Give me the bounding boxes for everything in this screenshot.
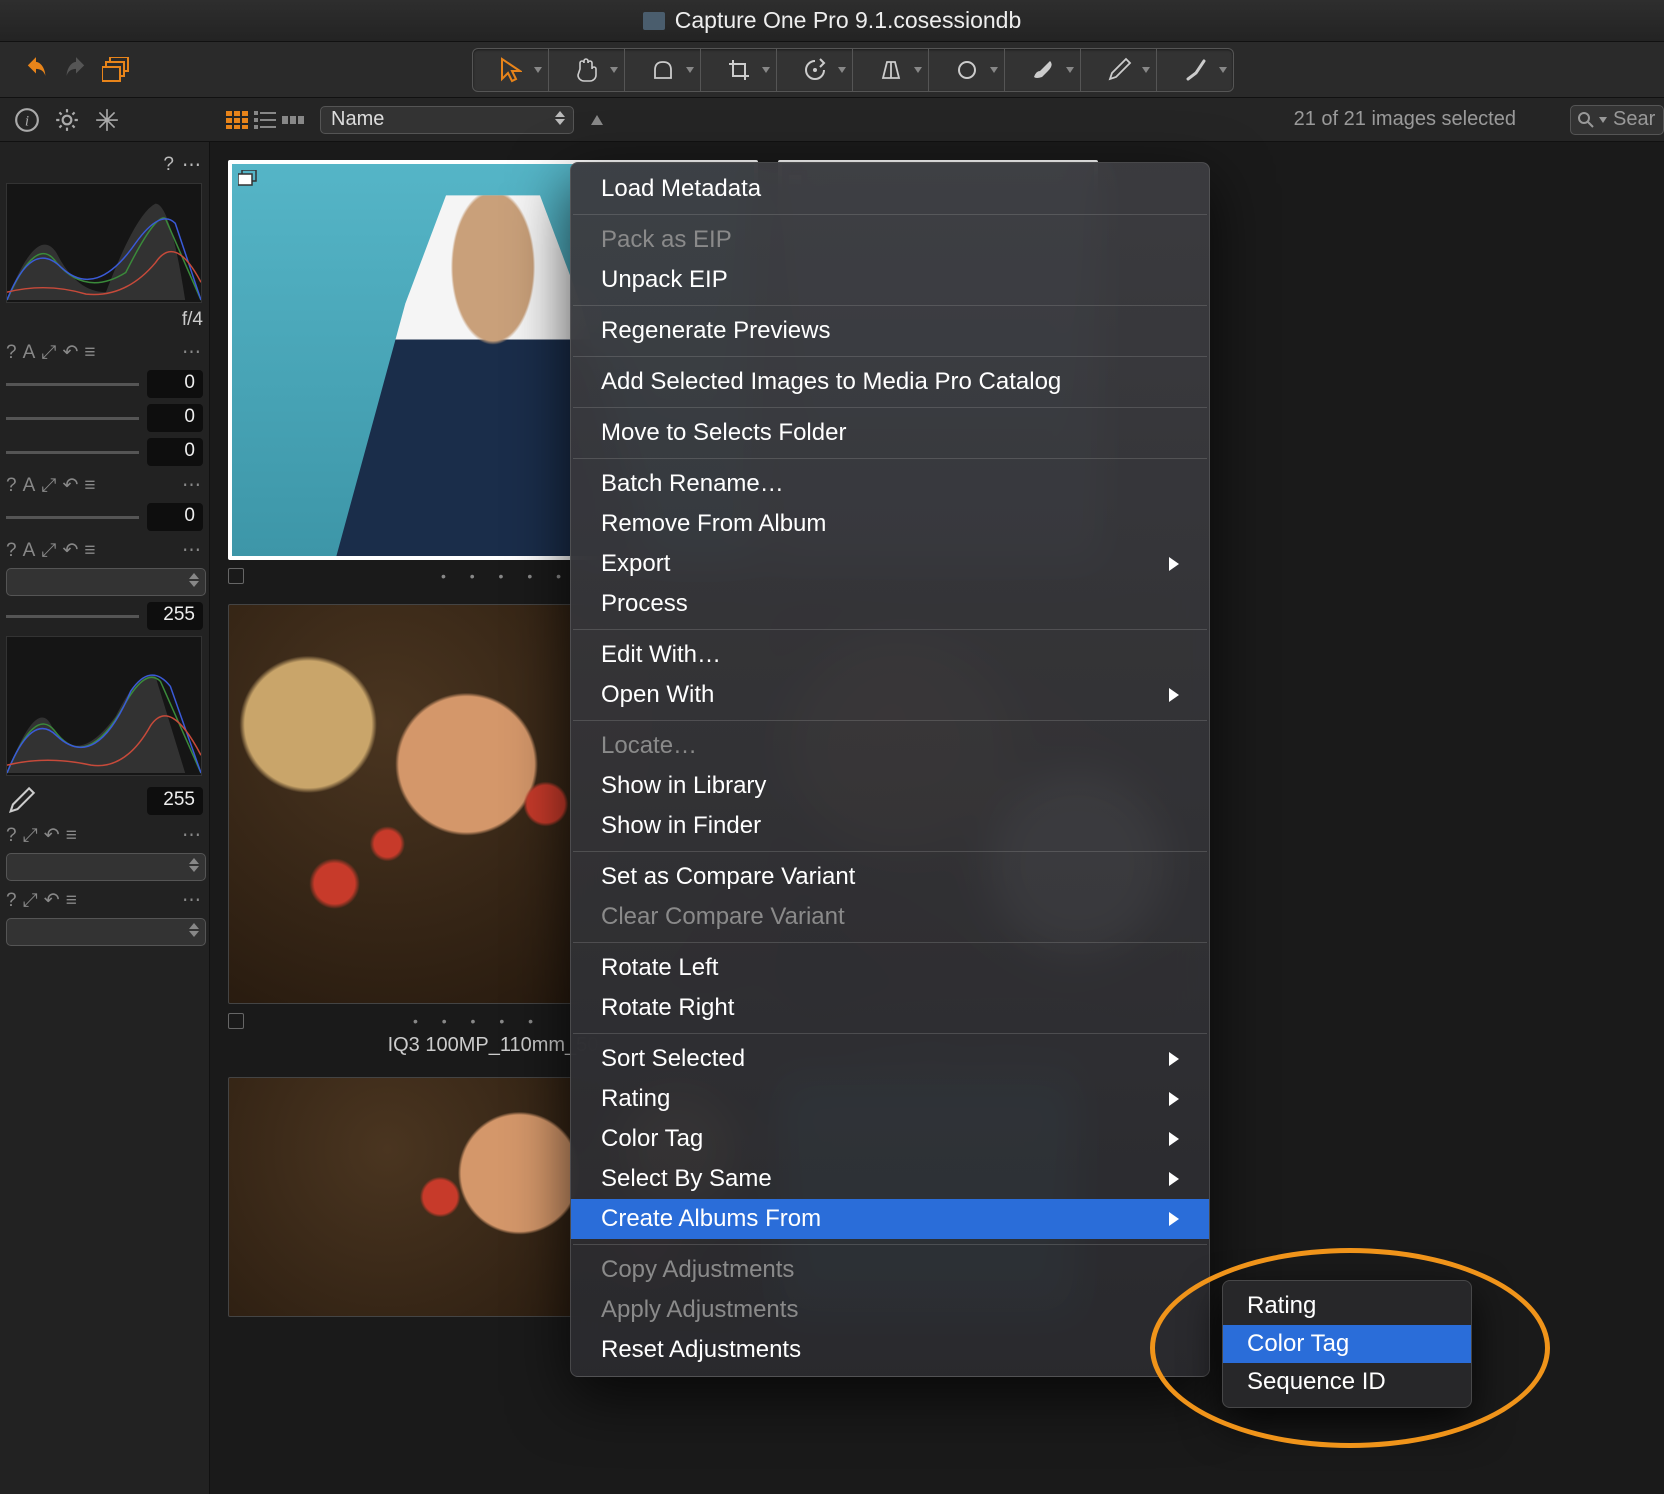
submenu-item[interactable]: Color Tag: [1223, 1325, 1471, 1363]
variants-icon[interactable]: [102, 57, 132, 83]
menu-item[interactable]: Open With: [571, 675, 1209, 715]
preset-select[interactable]: [6, 853, 206, 881]
menu-item[interactable]: Edit With…: [571, 635, 1209, 675]
menu-item[interactable]: Create Albums From: [571, 1199, 1209, 1239]
slider-value[interactable]: 0: [147, 370, 203, 398]
preset-select[interactable]: [6, 918, 206, 946]
menu-item[interactable]: Show in Library: [571, 766, 1209, 806]
slider-value[interactable]: 0: [147, 404, 203, 432]
undo-icon[interactable]: [22, 56, 50, 84]
spot-tool[interactable]: [929, 49, 1005, 91]
eyedropper-icon[interactable]: [6, 786, 36, 816]
variant-badge-icon: [238, 170, 260, 188]
sort-direction-icon[interactable]: [588, 111, 606, 129]
search-placeholder: Sear: [1613, 108, 1655, 131]
menu-item[interactable]: Add Selected Images to Media Pro Catalog: [571, 362, 1209, 402]
brush-tool[interactable]: [1005, 49, 1081, 91]
submenu-item[interactable]: Rating: [1223, 1287, 1471, 1325]
menu-item: Pack as EIP: [571, 220, 1209, 260]
menu-item[interactable]: Rotate Right: [571, 988, 1209, 1028]
menu-item[interactable]: Select By Same: [571, 1159, 1209, 1199]
main-toolbar: [0, 42, 1664, 98]
browser-toolbar: i Name 21 of 21 images selected Sear: [0, 98, 1664, 142]
checkbox[interactable]: [228, 568, 244, 584]
aperture-value: f/4: [6, 309, 203, 331]
pan-tool[interactable]: [549, 49, 625, 91]
submenu-item[interactable]: Sequence ID: [1223, 1363, 1471, 1401]
menu-item[interactable]: Process: [571, 584, 1209, 624]
sort-field: Name: [331, 108, 384, 131]
gear-icon[interactable]: [54, 107, 80, 133]
slider-value[interactable]: 0: [147, 438, 203, 466]
redo-icon[interactable]: [62, 56, 90, 84]
histogram: [6, 183, 202, 303]
cursor-tools: [472, 48, 1234, 92]
menu-item[interactable]: Move to Selects Folder: [571, 413, 1209, 453]
menu-item[interactable]: Batch Rename…: [571, 464, 1209, 504]
panel-header: ?A⤢↶≡⋯: [6, 474, 203, 497]
menu-item[interactable]: Set as Compare Variant: [571, 857, 1209, 897]
menu-item[interactable]: Remove From Album: [571, 504, 1209, 544]
menu-item[interactable]: Rating: [571, 1079, 1209, 1119]
menu-item[interactable]: Load Metadata: [571, 169, 1209, 209]
slider-value[interactable]: 255: [147, 602, 203, 630]
app-icon: [643, 12, 665, 30]
channel-select[interactable]: [6, 568, 206, 596]
menu-item[interactable]: Rotate Left: [571, 948, 1209, 988]
panel-header: ?A⤢↶≡⋯: [6, 539, 203, 562]
menu-item[interactable]: Regenerate Previews: [571, 311, 1209, 351]
menu-item: Copy Adjustments: [571, 1250, 1209, 1290]
grid-view-button[interactable]: [224, 109, 250, 131]
submenu: RatingColor TagSequence ID: [1222, 1280, 1472, 1408]
erase-tool[interactable]: [1157, 49, 1233, 91]
slider-value[interactable]: 255: [147, 787, 203, 815]
slider-value[interactable]: 0: [147, 503, 203, 531]
sort-select[interactable]: Name: [320, 106, 574, 134]
checkbox[interactable]: [228, 1013, 244, 1029]
menu-item: Apply Adjustments: [571, 1290, 1209, 1330]
menu-item: Locate…: [571, 726, 1209, 766]
menu-item[interactable]: Sort Selected: [571, 1039, 1209, 1079]
loupe-tool[interactable]: [625, 49, 701, 91]
search-input[interactable]: Sear: [1570, 105, 1664, 135]
menu-item[interactable]: Show in Finder: [571, 806, 1209, 846]
rotate-tool[interactable]: [777, 49, 853, 91]
panel-header: ?A⤢↶≡⋯: [6, 341, 203, 364]
panel-menu-icon[interactable]: ⋯: [182, 154, 201, 177]
title-bar: Capture One Pro 9.1.cosessiondb: [0, 0, 1664, 42]
tool-sidebar: ? ⋯ f/4 ?A⤢↶≡⋯ 0 0 0 ?A⤢↶≡⋯ 0 ?A⤢↶≡⋯ 255: [0, 142, 210, 1494]
window-title: Capture One Pro 9.1.cosessiondb: [675, 7, 1021, 34]
snowflake-icon[interactable]: [94, 107, 120, 133]
levels-histogram: [6, 636, 202, 776]
menu-item[interactable]: Color Tag: [571, 1119, 1209, 1159]
panel-header: ?⤢↶≡⋯: [6, 889, 203, 912]
info-icon[interactable]: i: [14, 107, 40, 133]
picker-tool[interactable]: [1081, 49, 1157, 91]
help-icon[interactable]: ?: [163, 154, 174, 177]
selection-status: 21 of 21 images selected: [1294, 108, 1516, 131]
crop-tool[interactable]: [701, 49, 777, 91]
filmstrip-view-button[interactable]: [280, 109, 306, 131]
menu-item[interactable]: Reset Adjustments: [571, 1330, 1209, 1370]
menu-item[interactable]: Export: [571, 544, 1209, 584]
context-menu: Load Metadata Pack as EIPUnpack EIP Regene…: [570, 162, 1210, 1377]
select-tool[interactable]: [473, 49, 549, 91]
menu-item: Clear Compare Variant: [571, 897, 1209, 937]
svg-text:i: i: [25, 112, 29, 129]
list-view-button[interactable]: [252, 109, 278, 131]
menu-item[interactable]: Unpack EIP: [571, 260, 1209, 300]
keystone-tool[interactable]: [853, 49, 929, 91]
panel-header: ?⤢↶≡⋯: [6, 824, 203, 847]
